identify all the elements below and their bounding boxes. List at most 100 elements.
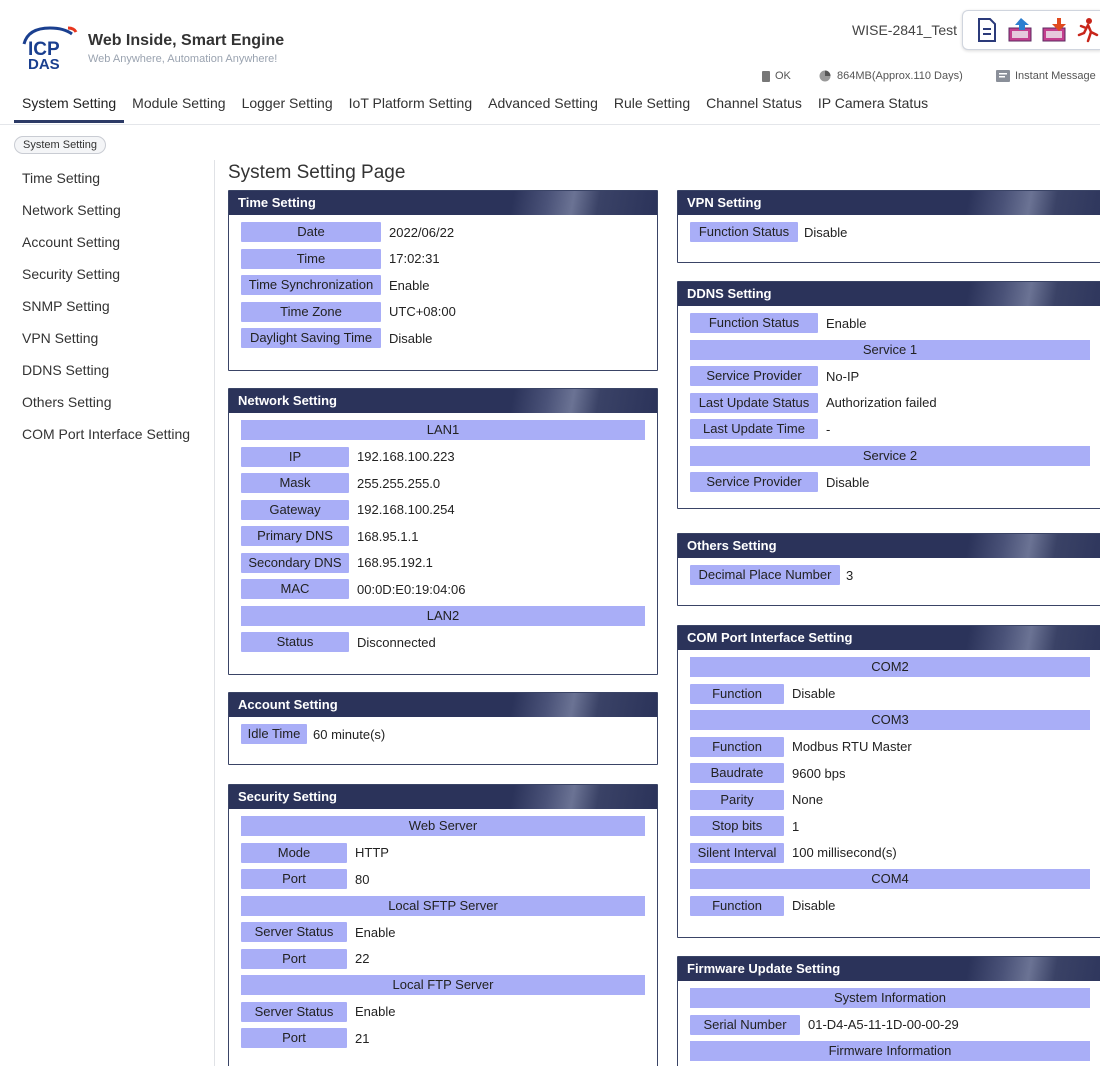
info-row: Daylight Saving Time Disable: [241, 325, 645, 352]
sidebar-item-vpn-setting[interactable]: VPN Setting: [0, 322, 214, 354]
brand-title: Web Inside, Smart Engine: [88, 32, 285, 49]
sidebar-item-snmp-setting[interactable]: SNMP Setting: [0, 290, 214, 322]
field-label: Primary DNS: [241, 526, 349, 547]
info-row: Decimal Place Number 3: [690, 562, 1100, 589]
sidebar: Time Setting Network Setting Account Set…: [0, 162, 214, 450]
info-row: Stop bits 1: [690, 813, 1090, 840]
svg-text:DAS: DAS: [28, 56, 60, 72]
section-row: Local SFTP Server: [241, 893, 645, 920]
info-row: Gateway 192.168.100.254: [241, 497, 645, 524]
info-row: IP 192.168.100.223: [241, 444, 645, 471]
others-setting-panel: Others Setting Decimal Place Number 3: [677, 533, 1100, 606]
account-setting-panel: Account Setting Idle Time 60 minute(s): [228, 692, 658, 765]
field-value: Disable: [792, 686, 836, 702]
field-label: Time Synchronization: [241, 275, 381, 296]
field-value: Enable: [826, 315, 867, 331]
field-value: 9600 bps: [792, 765, 846, 781]
tab-system-setting[interactable]: System Setting: [14, 91, 125, 123]
field-label: Status: [241, 632, 349, 653]
com-port-setting-panel: COM Port Interface Setting COM2 Function…: [677, 625, 1100, 938]
tab-advanced-setting[interactable]: Advanced Setting: [480, 91, 606, 123]
section-row: Service 2: [690, 443, 1090, 470]
info-row: Port 80: [241, 866, 645, 893]
field-value: 1: [792, 818, 800, 834]
field-label: Last Update Status: [690, 392, 818, 413]
section-row: Web Server: [241, 813, 645, 840]
field-value: 168.95.192.1: [357, 555, 433, 571]
field-label: Port: [241, 948, 347, 969]
upload-icon[interactable]: [1007, 16, 1035, 44]
info-row: Last Update Time -: [690, 416, 1090, 443]
logout-icon[interactable]: [1075, 16, 1100, 44]
field-value: Disable: [826, 474, 870, 490]
section-header: LAN2: [241, 605, 645, 626]
header: ICP DAS Web Inside, Smart Engine Web Any…: [0, 0, 1100, 128]
download-icon[interactable]: [1041, 16, 1069, 44]
instant-message[interactable]: Instant Message: [996, 70, 1096, 82]
sidebar-item-time-setting[interactable]: Time Setting: [0, 162, 214, 194]
tab-rule-setting[interactable]: Rule Setting: [606, 91, 698, 123]
field-value: None: [792, 792, 824, 808]
sidebar-item-ddns-setting[interactable]: DDNS Setting: [0, 354, 214, 386]
tab-iot-platform-setting[interactable]: IoT Platform Setting: [341, 91, 480, 123]
field-label: Daylight Saving Time: [241, 328, 381, 349]
section-header: COM4: [690, 869, 1090, 890]
network-setting-panel: Network Setting LAN1 IP 192.168.100.223 M…: [228, 388, 658, 675]
ddns-setting-panel: DDNS Setting Function Status Enable Servi…: [677, 281, 1100, 509]
field-label: Idle Time: [241, 724, 307, 745]
sidebar-item-network-setting[interactable]: Network Setting: [0, 194, 214, 226]
info-row: Silent Interval 100 millisecond(s): [690, 840, 1090, 867]
section-row: LAN2: [241, 603, 645, 630]
field-label: Gateway: [241, 499, 349, 520]
section-header: COM3: [690, 710, 1090, 731]
info-row: Port 21: [241, 1025, 645, 1052]
info-row: Function Disable: [690, 681, 1090, 708]
field-value: Disable: [389, 330, 433, 346]
sidebar-item-others-setting[interactable]: Others Setting: [0, 386, 214, 418]
info-row: Time Synchronization Enable: [241, 272, 645, 299]
field-value: No-IP: [826, 368, 860, 384]
sidebar-item-security-setting[interactable]: Security Setting: [0, 258, 214, 290]
status-ok-text: OK: [775, 70, 791, 82]
info-row: MAC 00:0D:E0:19:04:06: [241, 576, 645, 603]
tab-ip-camera-status[interactable]: IP Camera Status: [810, 91, 936, 123]
icpdas-logo: ICP DAS: [22, 26, 78, 72]
section-row: COM3: [690, 707, 1090, 734]
field-value: 17:02:31: [389, 251, 440, 267]
panel-title: Firmware Update Setting: [678, 957, 1100, 981]
field-value: 100 millisecond(s): [792, 845, 897, 861]
tab-module-setting[interactable]: Module Setting: [124, 91, 233, 123]
sidebar-divider: [214, 160, 215, 1066]
tab-logger-setting[interactable]: Logger Setting: [234, 91, 341, 123]
field-label: Service Provider: [690, 366, 818, 387]
field-label: Mask: [241, 473, 349, 494]
document-icon[interactable]: [973, 16, 1001, 44]
info-row: Idle Time 60 minute(s): [241, 721, 645, 748]
instant-message-text: Instant Message: [1015, 70, 1096, 82]
field-label: Parity: [690, 789, 784, 810]
tab-channel-status[interactable]: Channel Status: [698, 91, 810, 123]
field-value: HTTP: [355, 845, 389, 861]
field-label: Mode: [241, 842, 347, 863]
panel-title: DDNS Setting: [678, 282, 1100, 306]
battery-icon: [762, 71, 770, 82]
section-header: System Information: [690, 988, 1090, 1009]
security-setting-panel: Security Setting Web Server Mode HTTP Por…: [228, 784, 658, 1066]
field-value: Enable: [389, 277, 430, 293]
field-label: Function Status: [690, 222, 798, 243]
vpn-setting-panel: VPN Setting Function Status Disable: [677, 190, 1100, 263]
field-label: Date: [241, 222, 381, 243]
section-row: Firmware Information: [690, 1038, 1090, 1065]
field-label: Stop bits: [690, 816, 784, 837]
info-row: Time 17:02:31: [241, 246, 645, 273]
sidebar-item-com-port-setting[interactable]: COM Port Interface Setting: [0, 418, 214, 450]
brand-subtitle: Web Anywhere, Automation Anywhere!: [88, 53, 278, 65]
status-memory: 864MB(Approx.110 Days): [818, 70, 963, 82]
field-label: Server Status: [241, 1001, 347, 1022]
breadcrumb[interactable]: System Setting: [14, 136, 106, 154]
panel-title: COM Port Interface Setting: [678, 626, 1100, 650]
firmware-update-panel: Firmware Update Setting System Informati…: [677, 956, 1100, 1066]
sidebar-item-account-setting[interactable]: Account Setting: [0, 226, 214, 258]
section-header: Web Server: [241, 816, 645, 837]
section-header: COM2: [690, 657, 1090, 678]
